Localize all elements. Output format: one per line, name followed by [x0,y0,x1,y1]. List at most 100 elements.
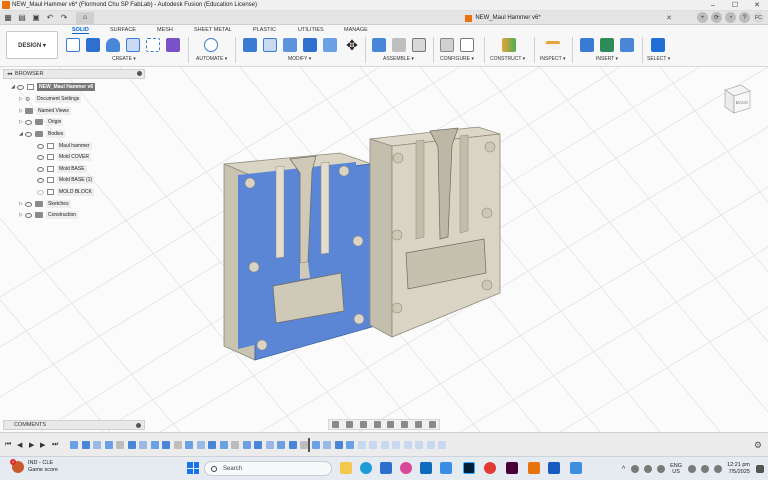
step-forward-icon[interactable]: ▶ [40,441,45,449]
copilot-icon[interactable] [400,462,412,474]
timeline-feature[interactable] [392,441,400,449]
revolve-icon[interactable] [106,38,120,52]
tree-item-bodies[interactable]: ◢ Bodies [19,129,66,139]
redo-icon[interactable]: ↷ [58,12,70,24]
store-icon[interactable] [380,462,392,474]
close-tab-icon[interactable]: ✕ [666,14,672,22]
mail-icon[interactable] [440,462,452,474]
tab-sheet-metal[interactable]: SHEET METAL [194,27,232,33]
timeline-feature[interactable] [300,441,308,449]
close-window-button[interactable]: ✕ [746,0,768,11]
undo-icon[interactable]: ↶ [44,12,56,24]
body-item[interactable]: Mold COVER [37,152,92,162]
configure-icon[interactable] [440,38,454,52]
automate-icon[interactable] [204,38,218,52]
timeline-feature[interactable] [93,441,101,449]
offset-plane-icon[interactable] [502,38,516,52]
pin-icon[interactable] [137,71,142,76]
timeline-feature[interactable] [173,441,182,449]
dreamweaver-icon[interactable] [506,462,518,474]
taskbar-search[interactable]: Search [204,461,332,476]
visibility-eye-icon[interactable] [37,177,44,183]
comments-panel[interactable]: COMMENTS [3,420,145,430]
create-menu[interactable]: CREATE ▾ [112,56,136,62]
timeline-feature[interactable] [277,441,285,449]
new-tab-icon[interactable]: + [697,12,708,23]
data-panel-grid-icon[interactable]: ▦ [2,12,14,24]
visibility-eye-icon[interactable] [25,119,32,125]
timeline-feature[interactable] [231,441,239,449]
inspect-menu[interactable]: INSPECT ▾ [540,56,565,62]
timeline-feature[interactable] [81,441,90,449]
insert-menu[interactable]: INSERT ▾ [596,56,618,62]
go-to-start-icon[interactable]: ⏮ [5,441,11,449]
timeline-feature[interactable] [139,441,147,449]
visibility-eye-icon[interactable] [37,154,44,160]
timeline-feature[interactable] [426,441,435,449]
browser-header[interactable]: ◂◂ BROWSER [3,69,145,79]
timeline-feature[interactable] [323,441,331,449]
tab-utilities[interactable]: UTILITIES [298,27,324,33]
language-indicator[interactable]: ENG US [670,463,682,475]
combine-icon[interactable] [303,38,317,52]
display-settings-icon[interactable] [401,421,409,428]
configuration-table-icon[interactable] [460,38,474,52]
timeline-feature[interactable] [380,441,389,449]
timeline-feature[interactable] [196,441,205,449]
save-icon[interactable]: ▣ [30,12,42,24]
timeline-feature[interactable] [357,441,366,449]
scale-icon[interactable] [323,38,337,52]
windows-start-icon[interactable] [187,462,199,474]
look-at-icon[interactable] [346,421,354,428]
word-icon[interactable] [548,462,560,474]
wifi-icon[interactable] [688,465,697,473]
notifications-icon[interactable]: ◔ [725,12,736,23]
hole-icon[interactable] [126,38,140,52]
show-hidden-icons-chevron-icon[interactable]: ^ [622,466,625,473]
tree-item-construction[interactable]: ▷ Construction [19,210,79,220]
modify-menu[interactable]: MODIFY ▾ [288,56,311,62]
tab-manage[interactable]: MANAGE [344,27,368,33]
cloud-icon[interactable] [631,465,640,473]
timeline-marker[interactable] [308,438,310,452]
file-explorer-icon[interactable] [340,462,352,474]
tree-item-named-views[interactable]: ▷ Named Views [19,106,71,116]
maximize-button[interactable]: ☐ [724,0,746,11]
timeline-feature[interactable] [334,441,343,449]
construct-menu[interactable]: CONSTRUCT ▾ [490,56,525,62]
canvas-icon[interactable] [620,38,634,52]
play-icon[interactable]: ▶ [29,441,34,449]
step-back-icon[interactable]: ◀ [17,441,22,449]
timeline-feature[interactable] [403,441,412,449]
timeline-feature[interactable] [219,441,228,449]
user-avatar[interactable]: FC [753,12,764,23]
body-item[interactable]: MOLD BLOCK [37,187,94,197]
grid-settings-icon[interactable] [414,421,422,428]
pattern-icon[interactable] [146,38,160,52]
insert-mesh-icon[interactable] [600,38,614,52]
measure-icon[interactable] [546,41,560,49]
help-icon[interactable]: ? [739,12,750,23]
tab-solid[interactable]: SOLID [72,27,89,34]
timeline-feature[interactable] [265,441,274,449]
orbit-icon[interactable] [332,421,340,428]
battery-icon[interactable] [714,465,723,473]
timeline-settings-gear-icon[interactable]: ⚙ [754,440,762,451]
timeline-feature[interactable] [162,441,170,449]
fillet-icon[interactable] [263,38,277,52]
visibility-eye-icon[interactable] [17,84,24,90]
as-built-joint-icon[interactable] [412,38,426,52]
select-menu[interactable]: SELECT ▾ [647,56,670,62]
visibility-eye-icon[interactable] [25,201,32,207]
timeline-feature[interactable] [116,441,124,449]
volume-icon[interactable] [701,465,710,473]
configure-menu[interactable]: CONFIGURE ▾ [440,56,474,62]
visibility-eye-icon[interactable] [25,131,32,137]
view-cube[interactable]: BACK [722,82,752,116]
network-send-icon[interactable] [644,465,653,473]
timeline-feature[interactable] [70,441,78,449]
visibility-eye-icon[interactable] [25,212,32,218]
timeline-feature[interactable] [127,441,136,449]
file-menu-icon[interactable]: ▤ [16,12,28,24]
tab-surface[interactable]: SURFACE [110,27,136,33]
